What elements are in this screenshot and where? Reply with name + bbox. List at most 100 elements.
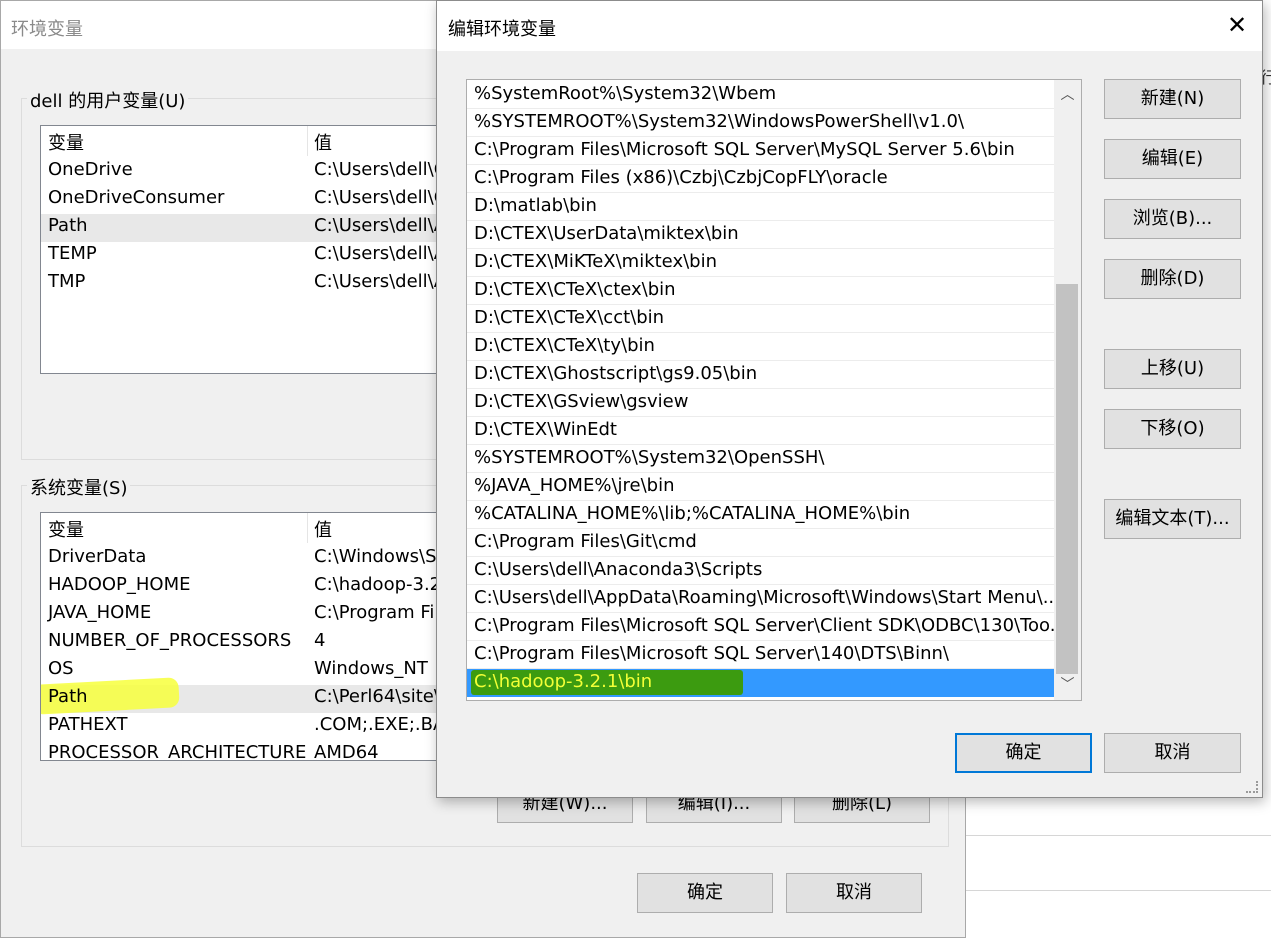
system-variables-list[interactable]: 变量 值 DriverData C:\Windows\Sy HADOOP_HOM…	[40, 512, 460, 761]
table-row[interactable]: PROCESSOR_ARCHITECTURE AMD64	[41, 741, 459, 761]
variable-value: C:\Users\dell\A	[314, 271, 447, 292]
path-entry-text: D:\CTEX\UserData\miktex\bin	[474, 223, 739, 244]
table-row[interactable]: HADOOP_HOME C:\hadoop-3.2	[41, 573, 459, 601]
vertical-scrollbar[interactable]: ︿ ﹀	[1054, 80, 1081, 700]
new-entry-button[interactable]: 新建(N)	[1104, 79, 1241, 119]
variable-name: Path	[48, 215, 88, 236]
path-entry[interactable]: %SYSTEMROOT%\System32\WindowsPowerShell\…	[467, 109, 1055, 137]
env-cancel-button[interactable]: 取消	[786, 873, 922, 913]
path-entry[interactable]: D:\matlab\bin	[467, 193, 1055, 221]
user-variables-list[interactable]: 变量 值 OneDrive C:\Users\dell\O OneDriveCo…	[40, 125, 460, 374]
path-entry-text: %CATALINA_HOME%\lib;%CATALINA_HOME%\bin	[474, 503, 911, 524]
table-row[interactable]: TMP C:\Users\dell\A	[41, 270, 459, 298]
background-window-edge-2	[966, 890, 1271, 891]
path-entry-text: C:\Users\dell\AppData\Roaming\Microsoft\…	[474, 587, 1055, 608]
path-entry-text: D:\CTEX\CTeX\ctex\bin	[474, 279, 676, 300]
resize-grip-icon[interactable]	[1246, 781, 1258, 793]
table-row[interactable]: DriverData C:\Windows\Sy	[41, 545, 459, 573]
path-entry-text: D:\CTEX\WinEdt	[474, 419, 617, 440]
variable-value: C:\Users\dell\A	[314, 215, 447, 236]
browse-button[interactable]: 浏览(B)...	[1104, 199, 1241, 239]
path-entry-text: D:\CTEX\CTeX\ty\bin	[474, 335, 655, 356]
path-entry[interactable]: %SystemRoot%\System32\Wbem	[467, 81, 1055, 109]
variable-value: C:\hadoop-3.2	[314, 574, 442, 595]
path-entry[interactable]: D:\CTEX\GSview\gsview	[467, 389, 1055, 417]
path-entry[interactable]: C:\Program Files (x86)\Czbj\CzbjCopFLY\o…	[467, 165, 1055, 193]
table-row[interactable]: TEMP C:\Users\dell\A	[41, 242, 459, 270]
path-entry[interactable]: C:\Users\dell\Anaconda3\Scripts	[467, 557, 1055, 585]
path-entry-text: C:\Users\dell\Anaconda3\Scripts	[474, 559, 763, 580]
edit-titlebar[interactable]: 编辑环境变量 ✕	[437, 1, 1262, 51]
table-row[interactable]: NUMBER_OF_PROCESSORS 4	[41, 629, 459, 657]
scroll-down-icon[interactable]: ﹀	[1054, 672, 1081, 698]
path-entries-list[interactable]: %SystemRoot%\System32\Wbem %SYSTEMROOT%\S…	[466, 79, 1082, 701]
variable-name: PROCESSOR_ARCHITECTURE	[48, 742, 307, 761]
table-row[interactable]: JAVA_HOME C:\Program Fil	[41, 601, 459, 629]
path-entry[interactable]: D:\CTEX\WinEdt	[467, 417, 1055, 445]
table-row-selected[interactable]: Path C:\Perl64\site\	[41, 677, 459, 715]
table-row[interactable]: OneDrive C:\Users\dell\O	[41, 158, 459, 186]
close-icon[interactable]: ✕	[1212, 1, 1262, 51]
path-entry[interactable]: D:\CTEX\Ghostscript\gs9.05\bin	[467, 361, 1055, 389]
variable-value: 4	[314, 630, 326, 651]
column-header-value[interactable]: 值	[314, 516, 332, 542]
path-entry[interactable]: %CATALINA_HOME%\lib;%CATALINA_HOME%\bin	[467, 501, 1055, 529]
scroll-up-icon[interactable]: ︿	[1054, 82, 1081, 108]
path-entry-text: D:\matlab\bin	[474, 195, 597, 216]
path-entry-text: %JAVA_HOME%\jre\bin	[474, 475, 675, 496]
user-list-header: 变量 值	[41, 126, 459, 156]
path-entry-text: C:\Program Files\Git\cmd	[474, 531, 697, 552]
variable-value: Windows_NT	[314, 658, 428, 679]
variable-name: HADOOP_HOME	[48, 574, 191, 595]
path-entry-selected[interactable]: C:\hadoop-3.2.1\bin	[467, 669, 1055, 697]
column-header-value[interactable]: 值	[314, 129, 332, 155]
variable-name: OneDriveConsumer	[48, 187, 225, 208]
variable-value: C:\Users\dell\A	[314, 243, 447, 264]
path-entry[interactable]: D:\CTEX\CTeX\ty\bin	[467, 333, 1055, 361]
table-row[interactable]: PATHEXT .COM;.EXE;.BAT	[41, 713, 459, 741]
variable-name: PATHEXT	[48, 714, 128, 735]
variable-name: OneDrive	[48, 159, 133, 180]
path-entry[interactable]: C:\Program Files\Microsoft SQL Server\14…	[467, 641, 1055, 669]
variable-name: TEMP	[48, 243, 97, 264]
path-entry[interactable]: C:\Program Files\Microsoft SQL Server\My…	[467, 137, 1055, 165]
path-entry[interactable]: %JAVA_HOME%\jre\bin	[467, 473, 1055, 501]
edit-ok-button[interactable]: 确定	[955, 733, 1092, 773]
column-divider[interactable]	[307, 126, 308, 156]
path-entry-text: C:\Program Files\Microsoft SQL Server\14…	[474, 643, 949, 664]
path-entry[interactable]: C:\Program Files\Microsoft SQL Server\Cl…	[467, 613, 1055, 641]
edit-text-button[interactable]: 编辑文本(T)...	[1104, 499, 1241, 539]
variable-name: DriverData	[48, 546, 147, 567]
path-entry-text: C:\Program Files\Microsoft SQL Server\Cl…	[474, 615, 1055, 636]
system-variables-label: 系统变量(S)	[27, 474, 131, 500]
table-row[interactable]: OneDriveConsumer C:\Users\dell\O	[41, 186, 459, 214]
variable-name: JAVA_HOME	[48, 602, 152, 623]
path-entry[interactable]: D:\CTEX\MiKTeX\miktex\bin	[467, 249, 1055, 277]
variable-value: C:\Users\dell\O	[314, 187, 448, 208]
variable-name: OS	[48, 658, 74, 679]
scrollbar-thumb[interactable]	[1056, 284, 1078, 674]
column-header-variable[interactable]: 变量	[48, 516, 84, 542]
path-entry-text: D:\CTEX\MiKTeX\miktex\bin	[474, 251, 717, 272]
path-entry-text: C:\Program Files (x86)\Czbj\CzbjCopFLY\o…	[474, 167, 888, 188]
env-ok-button[interactable]: 确定	[637, 873, 773, 913]
path-entry[interactable]: D:\CTEX\UserData\miktex\bin	[467, 221, 1055, 249]
table-row-selected[interactable]: Path C:\Users\dell\A	[41, 214, 459, 242]
move-down-button[interactable]: 下移(O)	[1104, 409, 1241, 449]
move-up-button[interactable]: 上移(U)	[1104, 349, 1241, 389]
variable-value: .COM;.EXE;.BAT	[314, 714, 455, 735]
edit-entry-button[interactable]: 编辑(E)	[1104, 139, 1241, 179]
path-entry-text: %SYSTEMROOT%\System32\OpenSSH\	[474, 447, 825, 468]
delete-entry-button[interactable]: 删除(D)	[1104, 259, 1241, 299]
column-divider[interactable]	[307, 513, 308, 543]
path-entry[interactable]: %SYSTEMROOT%\System32\OpenSSH\	[467, 445, 1055, 473]
variable-name: NUMBER_OF_PROCESSORS	[48, 630, 292, 651]
path-entry[interactable]: C:\Users\dell\AppData\Roaming\Microsoft\…	[467, 585, 1055, 613]
path-entry[interactable]: D:\CTEX\CTeX\cct\bin	[467, 305, 1055, 333]
edit-cancel-button[interactable]: 取消	[1104, 733, 1241, 773]
path-entry-text: D:\CTEX\GSview\gsview	[474, 391, 689, 412]
path-entry[interactable]: C:\Program Files\Git\cmd	[467, 529, 1055, 557]
variable-value: AMD64	[314, 742, 379, 761]
path-entry[interactable]: D:\CTEX\CTeX\ctex\bin	[467, 277, 1055, 305]
column-header-variable[interactable]: 变量	[48, 129, 84, 155]
